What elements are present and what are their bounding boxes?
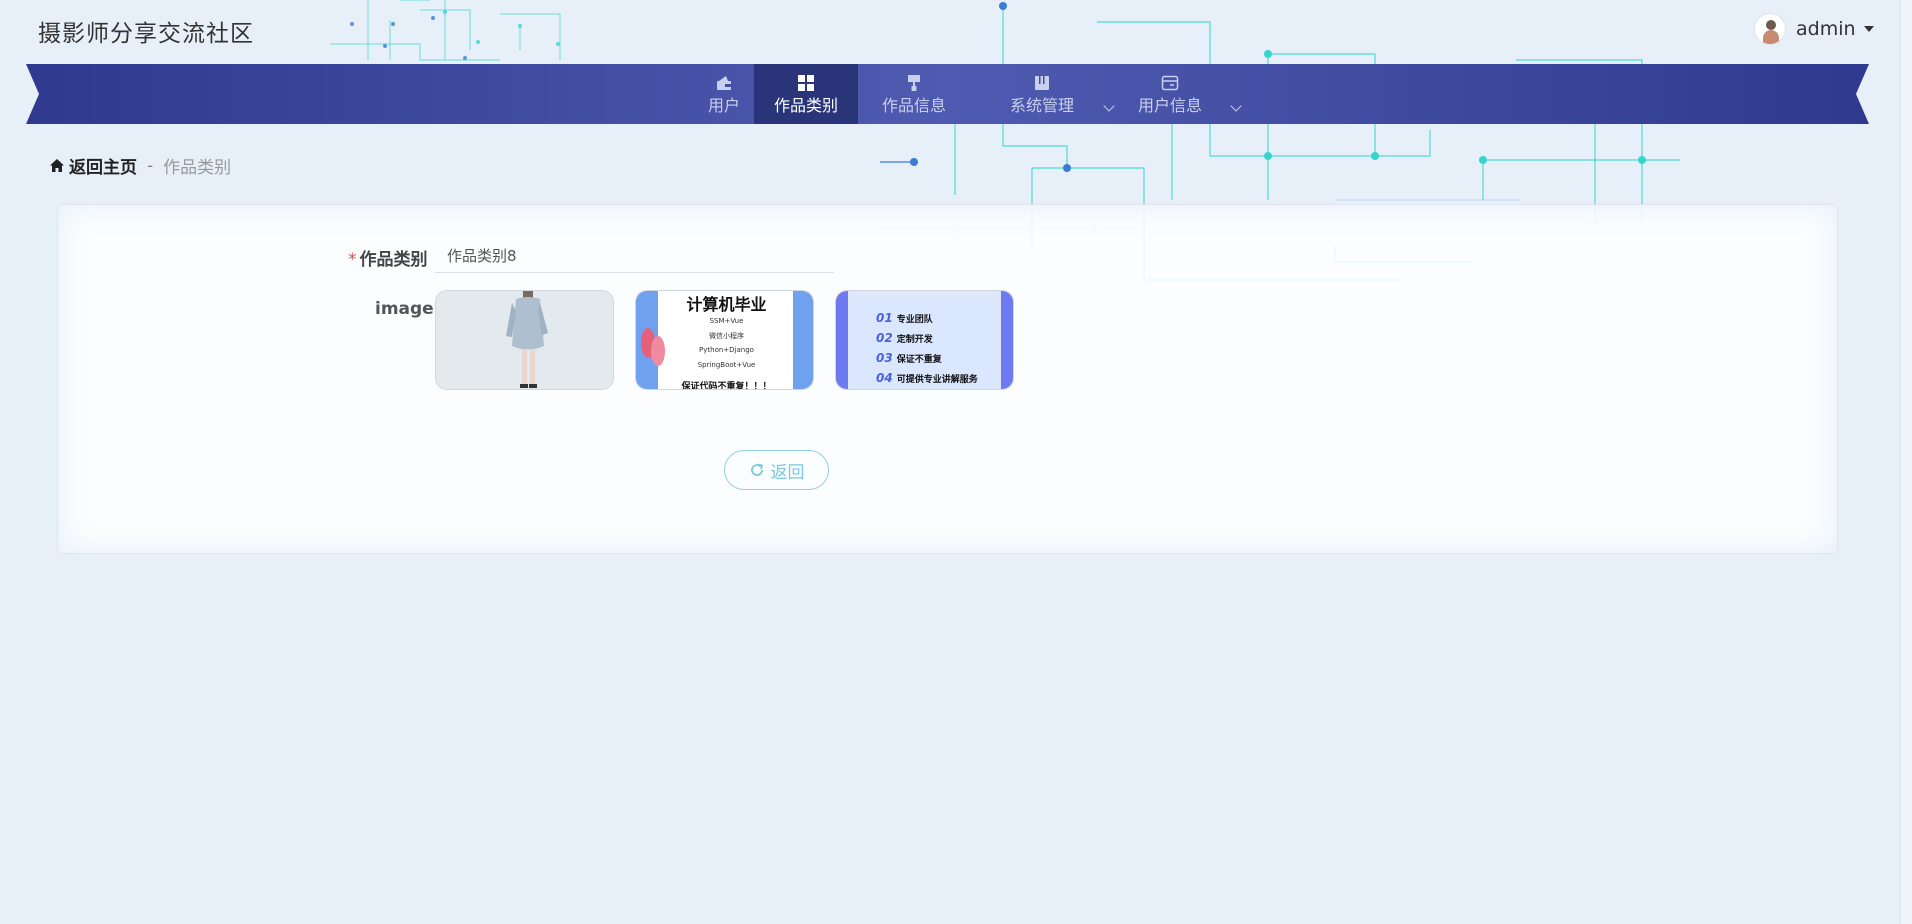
breadcrumb-separator: - [147, 155, 154, 176]
feature-number: 02 [876, 331, 893, 345]
breadcrumb: 返回主页 - 作品类别 [49, 153, 231, 178]
home-icon [50, 159, 64, 172]
category-input[interactable] [435, 238, 834, 273]
feature-text: 可提供专业讲解服务 [896, 375, 978, 385]
nav-item-users[interactable]: 用户 [692, 64, 756, 124]
nav-item-categories[interactable]: 作品类别 [754, 64, 858, 124]
nav-label: 用户 [707, 95, 740, 115]
chevron-down-icon [1103, 100, 1115, 112]
slipper-icon [641, 328, 665, 366]
poster-line: Python+Django [699, 346, 754, 354]
feature-number: 03 [876, 351, 893, 365]
page-scrollbar[interactable] [1900, 0, 1912, 924]
image-label: image [375, 299, 434, 319]
image-thumbnail[interactable]: 01 专业团队 02 定制开发 03 保证不重复 04 可提供专业讲解服务 [835, 290, 1014, 390]
caret-down-icon [1863, 26, 1874, 32]
window-icon [1161, 75, 1179, 90]
feature-text: 定制开发 [896, 335, 933, 345]
top-navbar: 用户 作品类别 作品信息 系统管理 用户信息 [26, 64, 1869, 124]
photo-person-icon [436, 291, 613, 389]
refresh-icon [750, 463, 763, 476]
user-name: admin [1796, 18, 1856, 40]
category-label-text: 作品类别 [359, 250, 428, 270]
back-button[interactable]: 返回 [724, 450, 829, 490]
paint-roller-icon [908, 74, 920, 91]
breadcrumb-home-link[interactable]: 返回主页 [69, 153, 137, 178]
book-icon [1035, 75, 1049, 90]
nav-item-user-info[interactable]: 用户信息 [1114, 64, 1246, 124]
chevron-down-icon [1230, 100, 1242, 112]
site-title: 摄影师分享交流社区 [38, 21, 254, 47]
poster-line: SSM+Vue [709, 317, 744, 325]
feature-number: 01 [876, 311, 893, 325]
required-mark: * [348, 250, 357, 270]
nav-label: 用户信息 [1137, 95, 1202, 115]
wallet-icon [717, 75, 731, 90]
grid-icon [798, 74, 814, 91]
feature-number: 04 [876, 371, 893, 385]
breadcrumb-current: 作品类别 [163, 158, 232, 178]
poster-footer: 保证代码不重复！！！ [681, 382, 772, 390]
image-thumbnail[interactable]: 计算机毕业 SSM+Vue 微信小程序 Python+Django Spring… [635, 290, 814, 390]
nav-label: 系统管理 [1009, 95, 1074, 115]
feature-text: 保证不重复 [896, 355, 942, 365]
feature-item: 04 可提供专业讲解服务 [876, 371, 978, 385]
feature-item: 03 保证不重复 [876, 351, 942, 365]
nav-label: 作品类别 [773, 95, 838, 115]
category-label: * 作品类别 [348, 245, 428, 270]
poster-line: 微信小程序 [709, 332, 744, 340]
avatar [1754, 13, 1786, 45]
back-button-label: 返回 [770, 462, 805, 483]
nav-item-system[interactable]: 系统管理 [986, 64, 1118, 124]
nav-item-works[interactable]: 作品信息 [862, 64, 966, 124]
feature-item: 02 定制开发 [876, 331, 933, 345]
feature-item: 01 专业团队 [876, 311, 933, 325]
poster-title: 计算机毕业 [686, 295, 767, 314]
poster-line: SpringBoot+Vue [697, 361, 756, 369]
feature-text: 专业团队 [896, 315, 933, 325]
nav-label: 作品信息 [881, 95, 946, 115]
image-thumbnail[interactable] [435, 290, 614, 390]
user-menu[interactable]: admin [1754, 13, 1874, 45]
